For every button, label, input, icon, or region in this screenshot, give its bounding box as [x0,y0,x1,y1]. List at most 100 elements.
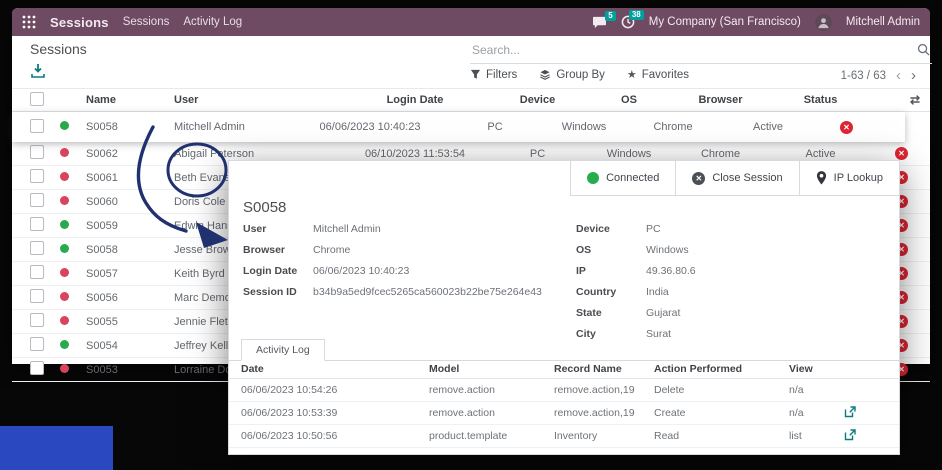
cell-login-date: 06/06/2023 10:40:23 [319,121,421,133]
field-row: Login Date 06/06/2023 10:40:23 [243,265,563,277]
col-status[interactable]: Status [768,94,873,106]
pager-prev-icon[interactable]: ‹ [896,68,901,83]
field-row: Device PC [576,223,876,235]
cell-browser: Chrome [653,121,693,133]
row-checkbox[interactable] [30,217,44,231]
field-row: State Gujarat [576,307,876,319]
pager-next-icon[interactable]: › [911,68,916,83]
fields-left: User Mitchell Admin Browser Chrome Login… [243,223,563,307]
cell-user: Abigail Peterson [174,147,255,160]
activities-button[interactable]: 38 [621,10,644,29]
cell-record-name: remove.action,19 [554,407,635,419]
col-name[interactable]: Name [82,94,170,106]
control-panel: Sessions Filters Group By ★ Favorites [12,36,932,89]
company-switcher[interactable]: My Company (San Francisco) [649,16,801,28]
row-checkbox[interactable] [30,118,44,133]
cell-date: 06/06/2023 10:54:26 [241,384,338,396]
pager-range: 1-63 / 63 [840,69,886,82]
cell-login-date: 06/10/2023 11:53:54 [364,147,466,160]
funnel-icon [470,69,481,79]
user-menu[interactable]: Mitchell Admin [846,16,920,28]
group-by-button[interactable]: Group By [539,69,605,81]
field-value: 49.36.80.6 [646,265,696,277]
panel-button-bar: Connected ✕ Close Session IP Lookup [570,160,900,196]
apps-menu-icon[interactable] [22,15,36,29]
col-device[interactable]: Device [490,94,585,106]
row-checkbox[interactable] [30,193,44,207]
app-name[interactable]: Sessions [50,15,109,30]
close-session-icon[interactable]: ✕ [840,120,853,134]
search-input[interactable] [470,39,892,57]
field-label: Browser [243,244,286,256]
table-row[interactable]: S0058 Mitchell Admin 06/06/2023 10:40:23… [12,112,905,142]
map-pin-icon [816,171,826,185]
ip-lookup-button[interactable]: IP Lookup [798,161,899,195]
cell-name: S0058 [86,243,118,256]
status-dot-icon [60,339,69,349]
cell-name: S0062 [86,147,118,160]
field-value: Chrome [313,244,351,256]
external-link-icon[interactable] [844,405,856,421]
cell-browser: Chrome [700,147,741,160]
col-date: Date [241,363,264,375]
select-all-checkbox[interactable] [30,91,44,106]
breadcrumb[interactable]: Sessions [30,41,87,57]
row-checkbox[interactable] [30,337,44,351]
activity-log-table: Date Model Record Name Action Performed … [229,360,899,448]
cell-name: S0061 [86,171,118,184]
menu-sessions[interactable]: Sessions [123,16,170,28]
field-row: Browser Chrome [243,244,563,256]
row-checkbox[interactable] [30,169,44,183]
external-link-icon[interactable] [844,428,856,444]
cell-action-performed: Delete [654,384,685,396]
row-checkbox[interactable] [30,289,44,303]
activity-log-row: 06/06/2023 10:50:56 product.template Inv… [229,425,899,448]
col-browser[interactable]: Browser [673,94,768,106]
filters-button[interactable]: Filters [470,69,517,81]
cell-date: 06/06/2023 10:50:56 [241,430,338,442]
activity-log-row: 06/06/2023 10:53:39 remove.action remove… [229,402,899,425]
export-button[interactable] [30,63,48,81]
row-checkbox[interactable] [30,145,44,159]
activities-badge: 38 [628,10,644,20]
cell-device: PC [487,121,503,133]
field-value: b34b9a5ed9fcec5265ca560023b22be75e264e43 [313,286,542,298]
row-checkbox[interactable] [30,361,44,375]
close-session-button[interactable]: ✕ Close Session [675,161,798,195]
menu-activity-log[interactable]: Activity Log [183,16,242,28]
cell-view: list [789,430,802,442]
connected-button[interactable]: Connected [571,161,675,195]
navbar: Sessions Sessions Activity Log 5 38 My C… [12,8,930,36]
toggle-columns-icon[interactable]: ⇄ [906,93,930,107]
cell-status: Active [805,147,836,160]
messages-badge: 5 [605,10,616,21]
search-icon[interactable] [917,43,930,61]
cell-name: S0055 [86,315,118,328]
cell-os: Windows [561,121,607,133]
cell-record-name: remove.action,19 [554,384,635,396]
cell-name: S0056 [86,291,118,304]
row-checkbox[interactable] [30,265,44,279]
row-checkbox[interactable] [30,241,44,255]
col-user[interactable]: User [170,94,340,106]
favorites-button[interactable]: ★ Favorites [627,68,689,82]
session-title: S0058 [243,199,287,216]
close-session-icon[interactable]: ✕ [895,147,908,160]
field-label: OS [576,244,592,256]
close-circle-icon: ✕ [692,171,706,185]
row-checkbox[interactable] [30,313,44,327]
search-bar [470,39,932,64]
messages-button[interactable]: 5 [592,10,616,29]
download-icon [31,64,45,78]
cell-model: remove.action [429,384,495,396]
col-record-name: Record Name [554,363,622,375]
col-login-date[interactable]: Login Date [340,94,490,106]
status-dot-icon [60,195,69,205]
field-value: India [646,286,669,298]
session-detail-panel: Connected ✕ Close Session IP Lookup S005… [228,160,900,455]
fields-right: Device PC OS Windows IP 49.36.80.6 Count… [576,223,876,349]
field-label: Login Date [243,265,298,277]
col-os[interactable]: OS [585,94,673,106]
tab-activity-log[interactable]: Activity Log [241,339,325,361]
status-dot-icon [60,363,69,373]
